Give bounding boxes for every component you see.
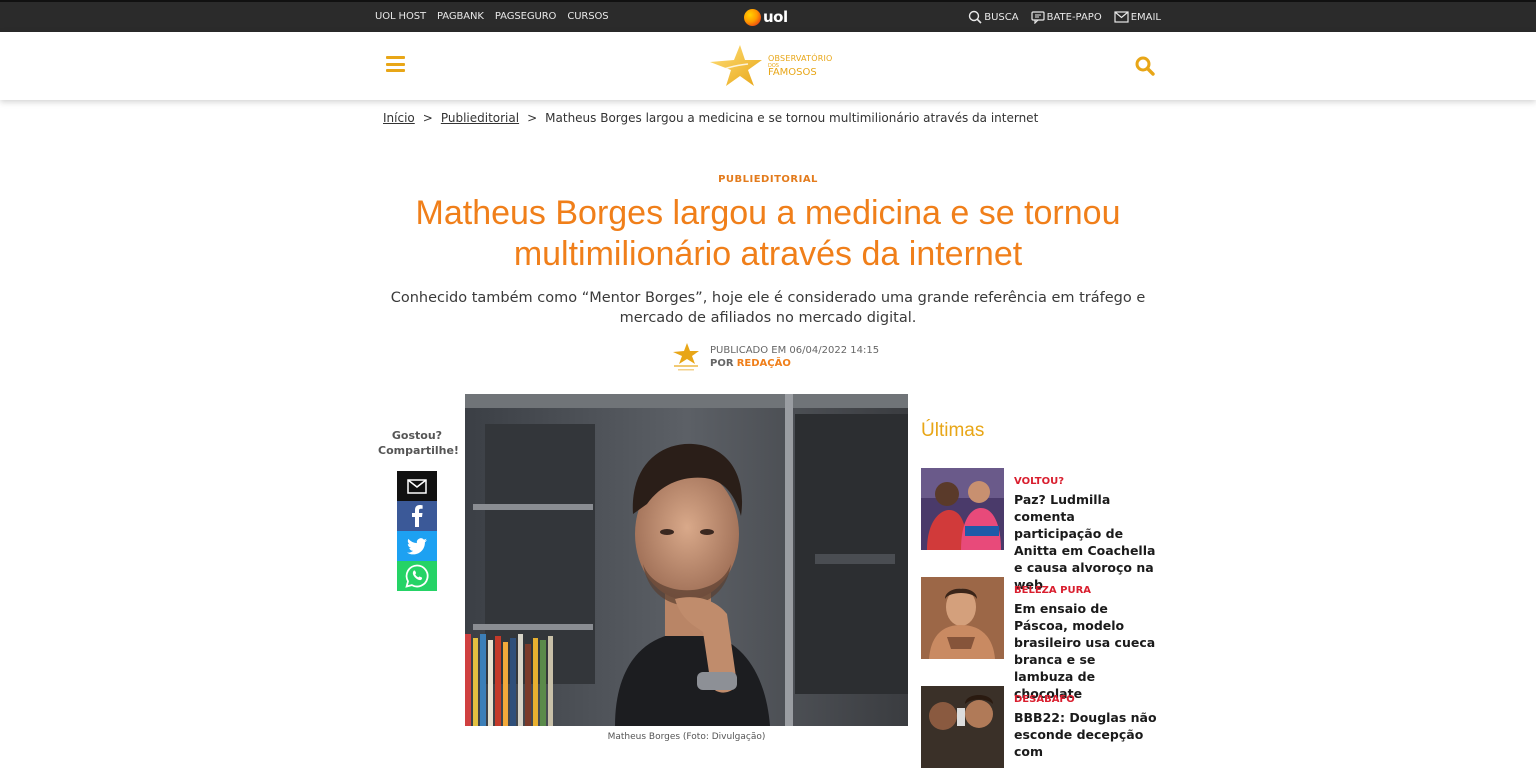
news-thumbnail (921, 468, 1004, 550)
breadcrumb-separator: > (422, 111, 433, 125)
author-line: POR REDAÇÃO (710, 357, 879, 370)
sidebar-news-item[interactable]: DESABAFO BBB22: Douglas não esconde dece… (921, 686, 1161, 768)
search-icon (1135, 56, 1155, 76)
uol-ball-icon (744, 8, 761, 26)
hamburger-icon-bar (386, 62, 405, 66)
article-kicker[interactable]: PUBLIEDITORIAL (0, 174, 1536, 185)
breadcrumb-section[interactable]: Publieditorial (441, 111, 519, 125)
uol-link-uolhost[interactable]: UOL HOST (375, 11, 426, 22)
news-text: BELEZA PURA Em ensaio de Páscoa, modelo … (1014, 577, 1159, 702)
article-byline: PUBLICADO EM 06/04/2022 14:15 POR REDAÇÃ… (672, 342, 879, 372)
breadcrumb-current: Matheus Borges largou a medicina e se to… (545, 111, 1039, 125)
news-text: DESABAFO BBB22: Douglas não esconde dece… (1014, 686, 1159, 768)
uol-email-button[interactable]: EMAIL (1114, 11, 1161, 23)
star-logo-icon (710, 45, 762, 86)
hamburger-icon-bar (386, 69, 405, 72)
logo-line3: FAMOSOS (768, 66, 817, 78)
logo-line1: OBSERVATÓRIO (768, 53, 833, 63)
published-line: PUBLICADO EM 06/04/2022 14:15 (710, 344, 879, 357)
article-hero-image (465, 394, 908, 726)
sidebar-news-item[interactable]: VOLTOU? Paz? Ludmilla comenta participaç… (921, 468, 1161, 593)
uol-link-pagbank[interactable]: PAGBANK (437, 11, 484, 22)
news-tag: VOLTOU? (1014, 476, 1065, 487)
article-title: Matheus Borges largou a medicina e se to… (415, 194, 1121, 273)
sidebar-heading: Últimas (921, 420, 985, 441)
news-text: VOLTOU? Paz? Ludmilla comenta participaç… (1014, 468, 1159, 593)
article-subtitle: Conhecido também como “Mentor Borges”, h… (390, 290, 1146, 326)
share-label: Gostou? Compartilhe! (378, 428, 459, 458)
published-time: 14:15 (850, 345, 880, 356)
site-search-button[interactable] (1135, 56, 1155, 80)
email-icon (407, 478, 427, 494)
uol-links: UOL HOST PAGBANK PAGSEGURO CURSOS (375, 11, 609, 22)
logo-wordmark: OBSERVATÓRIO DOS FAMOSOS (768, 53, 833, 78)
uol-logo[interactable]: uol (744, 8, 788, 26)
author-name[interactable]: REDAÇÃO (737, 358, 791, 369)
published-label: PUBLICADO EM 06/04/2022 (710, 345, 848, 356)
news-thumbnail-image (921, 577, 1004, 659)
mail-icon (1114, 11, 1129, 23)
chat-icon (1030, 10, 1045, 24)
uol-chat-label: BATE-PAPO (1046, 11, 1102, 23)
news-thumbnail-image (921, 468, 1004, 550)
uol-link-cursos[interactable]: CURSOS (567, 11, 608, 22)
hero-caption: Matheus Borges (Foto: Divulgação) (607, 732, 766, 742)
share-whatsapp-button[interactable] (397, 561, 437, 591)
news-thumbnail (921, 577, 1004, 659)
news-tag: BELEZA PURA (1014, 585, 1092, 596)
uol-tools: BUSCA BATE-PAPO EMAIL (968, 10, 1161, 24)
news-title[interactable]: BBB22: Douglas não esconde decepção com (1014, 709, 1159, 760)
menu-button[interactable] (386, 56, 405, 72)
share-label-line1: Gostou? (391, 429, 443, 442)
site-logo[interactable]: OBSERVATÓRIO DOS FAMOSOS (708, 44, 833, 88)
sidebar-news-item[interactable]: BELEZA PURA Em ensaio de Páscoa, modelo … (921, 577, 1161, 702)
news-thumbnail-image (921, 686, 1004, 768)
uol-chat-button[interactable]: BATE-PAPO (1030, 10, 1102, 24)
hero-photo-illustration (465, 394, 908, 726)
share-twitter-button[interactable] (397, 531, 437, 561)
share-email-button[interactable] (397, 471, 437, 501)
hamburger-icon-bar (386, 56, 405, 59)
uol-link-pagseguro[interactable]: PAGSEGURO (495, 11, 557, 22)
facebook-icon (412, 505, 423, 527)
uol-search-label: BUSCA (984, 11, 1019, 23)
breadcrumb-separator: > (527, 111, 538, 125)
breadcrumb-home[interactable]: Início (383, 111, 415, 125)
uol-logo-text: uol (763, 8, 788, 26)
share-facebook-button[interactable] (397, 501, 437, 531)
share-label-line2: Compartilhe! (378, 444, 459, 457)
news-tag: DESABAFO (1014, 694, 1075, 705)
uol-top-bar: UOL HOST PAGBANK PAGSEGURO CURSOS uol BU… (0, 0, 1536, 32)
byline-meta: PUBLICADO EM 06/04/2022 14:15 POR REDAÇÃ… (710, 344, 879, 370)
author-avatar-icon (673, 343, 699, 371)
uol-email-label: EMAIL (1130, 11, 1161, 23)
twitter-icon (407, 537, 427, 554)
site-header: OBSERVATÓRIO DOS FAMOSOS (0, 32, 1536, 100)
by-label: POR (710, 358, 734, 369)
news-thumbnail (921, 686, 1004, 768)
breadcrumb: Início > Publieditorial > Matheus Borges… (383, 111, 1038, 125)
uol-search-button[interactable]: BUSCA (968, 10, 1019, 24)
search-icon (969, 10, 982, 24)
whatsapp-icon (405, 564, 429, 588)
